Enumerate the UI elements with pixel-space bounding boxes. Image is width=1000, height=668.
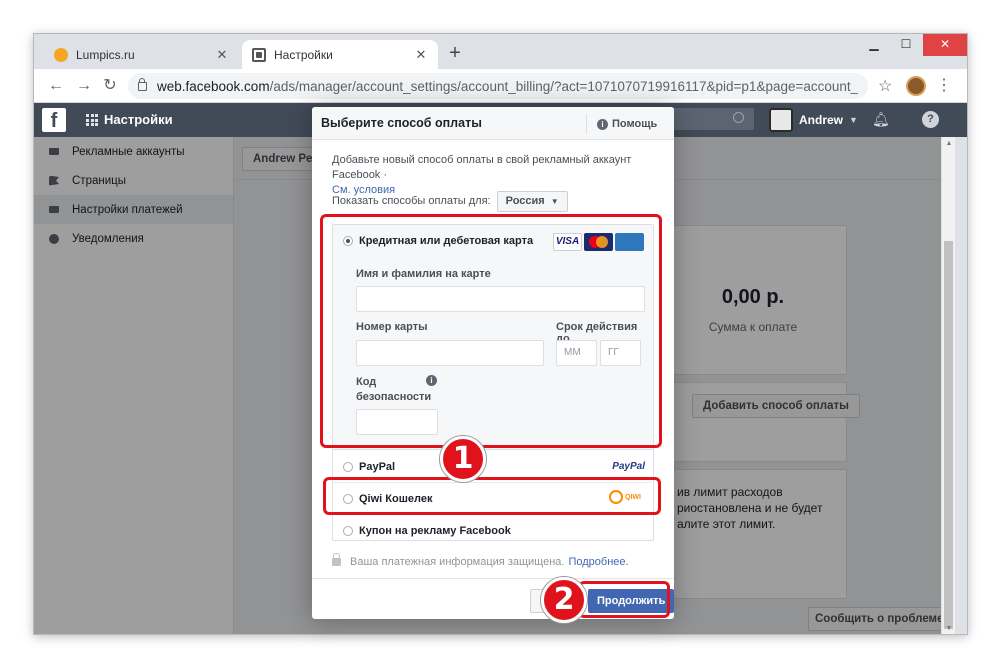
back-arrow-icon[interactable]: ← <box>46 76 66 96</box>
tab-bar: Lumpics.ru ✕ Настройки ✕ + ▁ ☐ ✕ <box>34 34 967 69</box>
tab-close-icon[interactable]: ✕ <box>215 47 229 63</box>
highlight-qiwi-option <box>323 477 661 515</box>
user-name: Andrew <box>799 113 844 127</box>
page-title: Настройки <box>104 112 173 127</box>
bookmark-star-icon[interactable]: ☆ <box>878 76 892 96</box>
padlock-icon <box>332 553 341 566</box>
user-avatar <box>769 108 793 132</box>
coupon-option-label[interactable]: Купон на рекламу Facebook <box>359 525 511 537</box>
scroll-down-icon[interactable]: ▼ <box>942 622 955 634</box>
dialog-header: Выберите способ оплаты i Помощь <box>312 107 674 140</box>
country-value: Россия <box>505 194 545 207</box>
help-icon[interactable]: ? <box>922 111 939 128</box>
tab-label: Lumpics.ru <box>76 47 135 62</box>
bell-icon[interactable]: 🔔︎ <box>872 111 890 127</box>
page-scrollbar[interactable]: ▲ ▼ <box>941 137 955 634</box>
search-icon[interactable] <box>733 112 744 123</box>
scroll-up-icon[interactable]: ▲ <box>942 137 955 151</box>
tab-label: Настройки <box>274 47 333 62</box>
settings-favicon-icon <box>252 47 266 62</box>
address-bar: ← → ↻ web.facebook.com /ads/manager/acco… <box>34 69 967 103</box>
help-label: Помощь <box>612 118 658 130</box>
reload-icon[interactable]: ↻ <box>100 76 120 96</box>
paypal-logo-icon: PayPal <box>612 461 645 472</box>
coupon-option[interactable]: Купон на рекламу Facebook <box>333 515 653 547</box>
url-field[interactable]: web.facebook.com /ads/manager/account_se… <box>128 73 868 99</box>
lumpics-favicon-icon <box>54 47 68 62</box>
tab-close-icon[interactable]: ✕ <box>414 47 428 63</box>
paypal-radio[interactable] <box>343 462 353 472</box>
coupon-radio[interactable] <box>343 526 353 536</box>
chevron-down-icon: ▼ <box>550 196 559 206</box>
new-tab-button[interactable]: + <box>444 43 466 63</box>
highlight-card-option <box>320 214 662 448</box>
highlight-continue-button <box>578 581 670 618</box>
paypal-option-label[interactable]: PayPal <box>359 461 395 473</box>
url-host: web.facebook.com <box>157 78 270 94</box>
tab-lumpics[interactable]: Lumpics.ru ✕ <box>44 40 239 69</box>
tab-settings[interactable]: Настройки ✕ <box>242 40 438 69</box>
country-row: Показать способы оплаты для: Россия ▼ <box>332 190 568 212</box>
chevron-down-icon: ▼ <box>849 115 858 125</box>
secure-info: Ваша платежная информация защищена. Подр… <box>332 553 629 570</box>
browser-menu-icon[interactable]: ⋮ <box>936 75 952 95</box>
info-icon: i <box>597 118 608 130</box>
help-button[interactable]: i Помощь <box>586 114 657 134</box>
profile-avatar[interactable] <box>906 76 926 96</box>
step-badge-1: 1 <box>440 436 486 482</box>
secure-text: Ваша платежная информация защищена. <box>350 556 565 568</box>
dialog-title: Выберите способ оплаты <box>321 116 482 130</box>
minimize-button[interactable]: ▁ <box>859 34 889 56</box>
scrollbar-thumb[interactable] <box>944 241 953 629</box>
user-menu[interactable]: Andrew ▼ <box>769 107 858 133</box>
step-badge-2: 2 <box>541 577 587 623</box>
country-dropdown[interactable]: Россия ▼ <box>496 190 568 212</box>
country-label: Показать способы оплаты для: <box>332 195 491 207</box>
forward-arrow-icon[interactable]: → <box>74 76 94 96</box>
lock-icon <box>138 77 147 91</box>
apps-grid-icon[interactable] <box>86 114 98 126</box>
url-path: /ads/manager/account_settings/account_bi… <box>269 78 858 94</box>
intro-text: Добавьте новый способ оплаты в свой рекл… <box>332 154 632 181</box>
facebook-logo-icon[interactable]: f <box>42 108 66 132</box>
window-close-button[interactable]: ✕ <box>923 34 967 56</box>
learn-more-link[interactable]: Подробнее. <box>568 556 628 568</box>
maximize-button[interactable]: ☐ <box>891 34 921 56</box>
